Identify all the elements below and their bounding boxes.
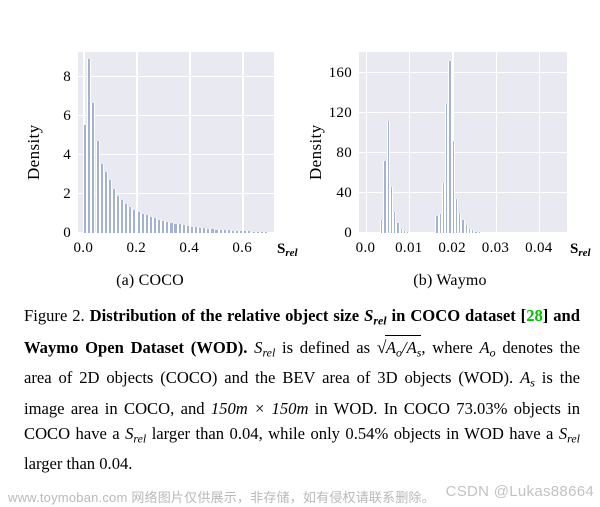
x-tick-label: 0.2 <box>126 240 147 256</box>
x-tick-label: 0.0 <box>73 240 94 256</box>
caption-sqrt-denominator: A <box>406 337 417 357</box>
y-axis-label-coco: Density <box>24 124 43 180</box>
caption-bold-lead: Distribution of the relative object size <box>89 306 365 325</box>
caption-symbol-s-1: S <box>364 306 374 325</box>
figure-caption: Figure 2. Distribution of the relative o… <box>24 303 580 477</box>
caption-math-150m: 150m × 150m <box>210 398 309 418</box>
subcaption-waymo: (b) Waymo <box>413 272 487 289</box>
caption-symbol-sub-2: rel <box>262 344 276 359</box>
histogram-bar <box>477 232 481 233</box>
chart-panel-coco: Density 0 2 4 6 8 0.0 0.2 0.4 0.6 Srel (a) COCO <box>0 0 300 298</box>
x-axis-symbol-sub-coco: rel <box>285 246 298 259</box>
x-tick-label: 0.6 <box>232 240 253 256</box>
caption-symbol-sub-3: rel <box>133 431 147 446</box>
y-tick-label: 8 <box>63 69 71 86</box>
y-tick-label: 0 <box>344 225 352 241</box>
y-tick-label: 80 <box>336 145 352 161</box>
caption-text-2: , where <box>421 337 480 357</box>
caption-symbol-ao: A <box>479 337 490 357</box>
y-tick-label: 120 <box>328 105 352 121</box>
y-tick-label: 4 <box>63 147 71 164</box>
caption-citation-28[interactable]: 28 <box>526 306 543 325</box>
caption-symbol-sub-1: rel <box>373 313 387 328</box>
caption-text-1: is defined as <box>275 337 377 357</box>
figure-2: Density 0 2 4 6 8 0.0 0.2 0.4 0.6 Srel (a) COCO… <box>0 0 600 298</box>
bars-waymo <box>359 52 567 233</box>
watermark-toymoban: www.toymoban.com 网络图片仅供展示，非存储，如有侵权请联系删除。 <box>8 490 435 505</box>
histogram-bar <box>406 232 410 233</box>
bars-coco <box>78 52 274 233</box>
histogram-bar <box>263 232 268 233</box>
caption-sqrt-numerator: A <box>385 337 396 357</box>
x-tick-label: 0.4 <box>179 240 200 256</box>
caption-text-7: larger than 0.04. <box>24 454 133 474</box>
y-tick-label: 160 <box>328 65 352 81</box>
caption-symbol-as: A <box>520 368 531 388</box>
y-axis-label-waymo: Density <box>306 124 325 180</box>
caption-sqrt-expression: Ao/As <box>377 334 422 366</box>
watermark-csdn: CSDN @Lukas88664 <box>445 483 594 500</box>
caption-symbol-s-4: S <box>558 423 568 443</box>
x-axis-symbol-sub-waymo: rel <box>578 246 591 259</box>
y-tick-label: 2 <box>63 186 71 203</box>
x-axis-symbol-waymo: Srel <box>570 241 591 259</box>
caption-text-6: larger than 0.04, while only 0.54% objec… <box>146 423 559 443</box>
caption-sqrt-denominator-sub: s <box>416 344 422 359</box>
plot-area-waymo <box>359 52 567 233</box>
plot-area-coco <box>78 52 274 233</box>
x-tick-label: 0.04 <box>525 240 553 256</box>
y-tick-label: 6 <box>63 108 71 125</box>
chart-panel-waymo: Density 0 40 80 120 160 0.0 0.01 0.02 0.03 0.04 … <box>300 0 600 298</box>
subcaption-coco: (a) COCO <box>116 272 184 289</box>
caption-bold-mid: in COCO dataset [ <box>386 306 527 325</box>
caption-figure-number: Figure 2. <box>24 306 90 325</box>
y-tick-label: 0 <box>63 225 71 241</box>
caption-symbol-sub-4: rel <box>567 431 580 446</box>
x-axis-symbol-coco: Srel <box>277 241 298 259</box>
y-tick-label: 40 <box>336 185 352 201</box>
